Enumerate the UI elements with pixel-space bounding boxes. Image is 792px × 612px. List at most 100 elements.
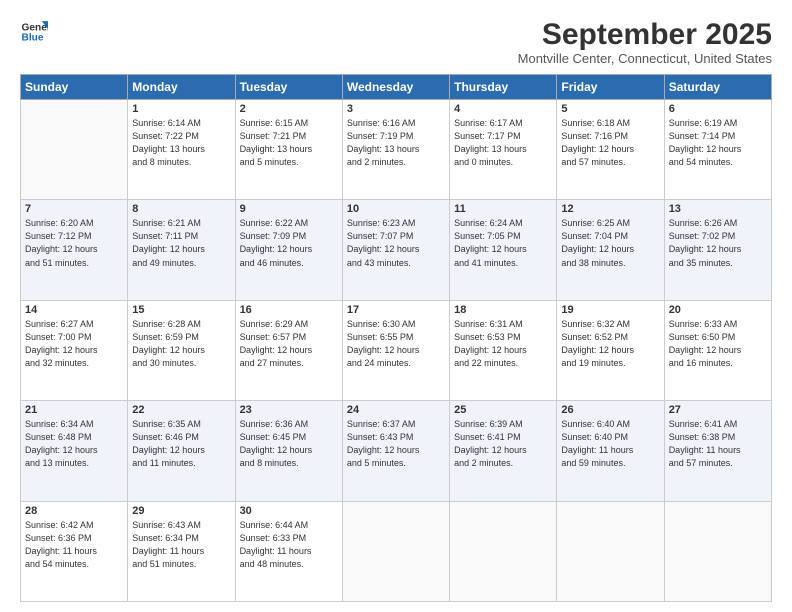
day-number: 5	[561, 103, 659, 115]
calendar-cell: 22 Sunrise: 6:35 AM Sunset: 6:46 PM Dayli…	[128, 401, 235, 501]
day-info: Sunrise: 6:23 AM Sunset: 7:07 PM Dayligh…	[347, 217, 445, 269]
day-number: 7	[25, 203, 123, 215]
day-info: Sunrise: 6:37 AM Sunset: 6:43 PM Dayligh…	[347, 418, 445, 470]
title-block: September 2025 Montville Center, Connect…	[518, 18, 772, 66]
day-number: 27	[669, 404, 767, 416]
calendar-cell: 30 Sunrise: 6:44 AM Sunset: 6:33 PM Dayli…	[235, 501, 342, 601]
day-info: Sunrise: 6:29 AM Sunset: 6:57 PM Dayligh…	[240, 318, 338, 370]
calendar-cell: 2 Sunrise: 6:15 AM Sunset: 7:21 PM Daylig…	[235, 100, 342, 200]
day-info: Sunrise: 6:34 AM Sunset: 6:48 PM Dayligh…	[25, 418, 123, 470]
day-number: 24	[347, 404, 445, 416]
calendar-cell: 27 Sunrise: 6:41 AM Sunset: 6:38 PM Dayli…	[664, 401, 771, 501]
calendar-cell	[557, 501, 664, 601]
calendar-cell: 21 Sunrise: 6:34 AM Sunset: 6:48 PM Dayli…	[21, 401, 128, 501]
day-info: Sunrise: 6:42 AM Sunset: 6:36 PM Dayligh…	[25, 519, 123, 571]
day-info: Sunrise: 6:17 AM Sunset: 7:17 PM Dayligh…	[454, 117, 552, 169]
day-number: 13	[669, 203, 767, 215]
calendar-cell: 6Sunrise: 6:19 AM Sunset: 7:14 PM Daylig…	[664, 100, 771, 200]
calendar-table: SundayMondayTuesdayWednesdayThursdayFrid…	[20, 74, 772, 602]
day-number: 30	[240, 505, 338, 517]
day-info: Sunrise: 6:40 AM Sunset: 6:40 PM Dayligh…	[561, 418, 659, 470]
calendar-cell: 19 Sunrise: 6:32 AM Sunset: 6:52 PM Dayli…	[557, 300, 664, 400]
day-number: 10	[347, 203, 445, 215]
day-number: 22	[132, 404, 230, 416]
calendar-cell: 23Sunrise: 6:36 AM Sunset: 6:45 PM Dayli…	[235, 401, 342, 501]
day-info: Sunrise: 6:35 AM Sunset: 6:46 PM Dayligh…	[132, 418, 230, 470]
calendar-cell: 7 Sunrise: 6:20 AM Sunset: 7:12 PM Daylig…	[21, 200, 128, 300]
day-info: Sunrise: 6:16 AM Sunset: 7:19 PM Dayligh…	[347, 117, 445, 169]
calendar-cell: 3 Sunrise: 6:16 AM Sunset: 7:19 PM Daylig…	[342, 100, 449, 200]
calendar-cell	[21, 100, 128, 200]
day-info: Sunrise: 6:41 AM Sunset: 6:38 PM Dayligh…	[669, 418, 767, 470]
calendar-cell: 18 Sunrise: 6:31 AM Sunset: 6:53 PM Dayli…	[450, 300, 557, 400]
day-number: 16	[240, 304, 338, 316]
day-info: Sunrise: 6:28 AM Sunset: 6:59 PM Dayligh…	[132, 318, 230, 370]
day-info: Sunrise: 6:27 AM Sunset: 7:00 PM Dayligh…	[25, 318, 123, 370]
day-info: Sunrise: 6:26 AM Sunset: 7:02 PM Dayligh…	[669, 217, 767, 269]
day-info: Sunrise: 6:24 AM Sunset: 7:05 PM Dayligh…	[454, 217, 552, 269]
calendar-cell: 10 Sunrise: 6:23 AM Sunset: 7:07 PM Dayli…	[342, 200, 449, 300]
day-number: 14	[25, 304, 123, 316]
day-number: 20	[669, 304, 767, 316]
day-number: 9	[240, 203, 338, 215]
header-wednesday: Wednesday	[342, 75, 449, 100]
day-number: 21	[25, 404, 123, 416]
day-info: Sunrise: 6:31 AM Sunset: 6:53 PM Dayligh…	[454, 318, 552, 370]
day-number: 23	[240, 404, 338, 416]
day-number: 25	[454, 404, 552, 416]
day-info: Sunrise: 6:33 AM Sunset: 6:50 PM Dayligh…	[669, 318, 767, 370]
day-number: 8	[132, 203, 230, 215]
day-info: Sunrise: 6:43 AM Sunset: 6:34 PM Dayligh…	[132, 519, 230, 571]
day-info: Sunrise: 6:20 AM Sunset: 7:12 PM Dayligh…	[25, 217, 123, 269]
day-info: Sunrise: 6:15 AM Sunset: 7:21 PM Dayligh…	[240, 117, 338, 169]
calendar-cell: 13 Sunrise: 6:26 AM Sunset: 7:02 PM Dayli…	[664, 200, 771, 300]
day-number: 2	[240, 103, 338, 115]
calendar-cell: 5 Sunrise: 6:18 AM Sunset: 7:16 PM Daylig…	[557, 100, 664, 200]
header-monday: Monday	[128, 75, 235, 100]
day-number: 26	[561, 404, 659, 416]
day-number: 1	[132, 103, 230, 115]
day-info: Sunrise: 6:18 AM Sunset: 7:16 PM Dayligh…	[561, 117, 659, 169]
location: Montville Center, Connecticut, United St…	[518, 51, 772, 66]
day-number: 28	[25, 505, 123, 517]
day-number: 15	[132, 304, 230, 316]
day-number: 19	[561, 304, 659, 316]
calendar-cell: 8 Sunrise: 6:21 AM Sunset: 7:11 PM Daylig…	[128, 200, 235, 300]
day-number: 6	[669, 103, 767, 115]
day-number: 3	[347, 103, 445, 115]
header-thursday: Thursday	[450, 75, 557, 100]
calendar-cell: 9 Sunrise: 6:22 AM Sunset: 7:09 PM Daylig…	[235, 200, 342, 300]
day-number: 4	[454, 103, 552, 115]
calendar-cell: 24 Sunrise: 6:37 AM Sunset: 6:43 PM Dayli…	[342, 401, 449, 501]
header-saturday: Saturday	[664, 75, 771, 100]
logo: General Blue	[20, 18, 48, 46]
calendar-cell: 15 Sunrise: 6:28 AM Sunset: 6:59 PM Dayli…	[128, 300, 235, 400]
header-tuesday: Tuesday	[235, 75, 342, 100]
day-number: 18	[454, 304, 552, 316]
day-number: 29	[132, 505, 230, 517]
day-info: Sunrise: 6:22 AM Sunset: 7:09 PM Dayligh…	[240, 217, 338, 269]
calendar-cell: 11Sunrise: 6:24 AM Sunset: 7:05 PM Dayli…	[450, 200, 557, 300]
day-number: 17	[347, 304, 445, 316]
calendar-cell: 17 Sunrise: 6:30 AM Sunset: 6:55 PM Dayli…	[342, 300, 449, 400]
calendar-cell: 12Sunrise: 6:25 AM Sunset: 7:04 PM Dayli…	[557, 200, 664, 300]
month-title: September 2025	[518, 18, 772, 51]
header-sunday: Sunday	[21, 75, 128, 100]
calendar-cell: 1 Sunrise: 6:14 AM Sunset: 7:22 PM Daylig…	[128, 100, 235, 200]
calendar-cell	[342, 501, 449, 601]
day-info: Sunrise: 6:21 AM Sunset: 7:11 PM Dayligh…	[132, 217, 230, 269]
header-friday: Friday	[557, 75, 664, 100]
day-info: Sunrise: 6:44 AM Sunset: 6:33 PM Dayligh…	[240, 519, 338, 571]
day-info: Sunrise: 6:25 AM Sunset: 7:04 PM Dayligh…	[561, 217, 659, 269]
svg-text:Blue: Blue	[22, 33, 44, 44]
calendar-cell	[450, 501, 557, 601]
calendar-cell: 29 Sunrise: 6:43 AM Sunset: 6:34 PM Dayli…	[128, 501, 235, 601]
calendar-cell: 20 Sunrise: 6:33 AM Sunset: 6:50 PM Dayli…	[664, 300, 771, 400]
calendar-cell: 25 Sunrise: 6:39 AM Sunset: 6:41 PM Dayli…	[450, 401, 557, 501]
calendar-cell: 26 Sunrise: 6:40 AM Sunset: 6:40 PM Dayli…	[557, 401, 664, 501]
calendar-cell: 16 Sunrise: 6:29 AM Sunset: 6:57 PM Dayli…	[235, 300, 342, 400]
day-info: Sunrise: 6:30 AM Sunset: 6:55 PM Dayligh…	[347, 318, 445, 370]
day-info: Sunrise: 6:39 AM Sunset: 6:41 PM Dayligh…	[454, 418, 552, 470]
day-info: Sunrise: 6:32 AM Sunset: 6:52 PM Dayligh…	[561, 318, 659, 370]
day-info: Sunrise: 6:14 AM Sunset: 7:22 PM Dayligh…	[132, 117, 230, 169]
